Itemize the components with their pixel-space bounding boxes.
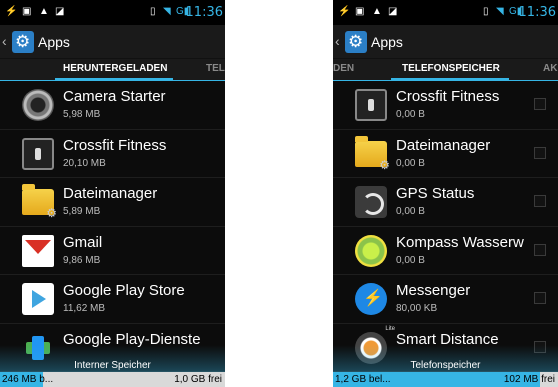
app-size: 5,89 MB	[63, 206, 101, 217]
wifi-icon: ◥	[496, 6, 504, 17]
wifi-icon: ◥	[163, 6, 171, 17]
app-name: Google Play Store	[63, 282, 185, 299]
folder-icon	[355, 135, 390, 172]
gps-status-icon	[355, 186, 387, 218]
select-checkbox[interactable]	[534, 98, 546, 110]
compass-icon	[355, 234, 387, 267]
storage-bar: 246 MB b... 1,0 GB frei	[0, 372, 225, 387]
crossfit-icon	[22, 137, 54, 170]
image-icon: ▣	[355, 6, 365, 17]
list-item[interactable]: Gmail 9,86 MB	[0, 227, 225, 275]
app-list[interactable]: Camera Starter 5,98 MB Crossfit Fitness …	[0, 81, 225, 372]
tab-strip: HERUNTERGELADEN TEL	[0, 59, 225, 81]
list-item[interactable]: Crossfit Fitness 20,10 MB	[0, 130, 225, 178]
storage-label: Telefonspeicher	[410, 360, 481, 371]
app-size: 5,98 MB	[63, 109, 101, 120]
folder-icon	[22, 184, 57, 220]
crossfit-icon	[355, 89, 387, 121]
app-name: GPS Status	[396, 185, 475, 202]
tab-downloaded[interactable]: HERUNTERGELADEN	[63, 63, 167, 74]
phone-screen-phone-storage: ⚡ ▣ ▲ ◪ ▯ ◥ G▮ 11:36 ‹ Apps DEN TELEFONS…	[333, 0, 558, 387]
app-name: Messenger	[396, 282, 471, 299]
sd-card-icon: ◪	[55, 6, 65, 17]
app-name: Dateimanager	[396, 136, 491, 154]
list-item[interactable]: GPS Status 0,00 B	[333, 178, 558, 227]
list-item[interactable]: Dateimanager 0,00 B	[333, 130, 558, 178]
back-chevron-icon[interactable]: ‹	[335, 33, 340, 49]
storage-used-text: 246 MB b...	[2, 374, 54, 385]
list-item[interactable]: Google Play Store 11,62 MB	[0, 275, 225, 324]
storage-free-text: 1,0 GB frei	[174, 374, 222, 385]
app-size: 20,10 MB	[63, 157, 106, 169]
app-size: 80,00 KB	[396, 303, 438, 314]
tab-phone-storage[interactable]: TEL	[206, 63, 225, 74]
app-name: Gmail	[63, 233, 103, 251]
app-size: 0,00 B	[396, 254, 425, 266]
vibrate-icon: ▯	[483, 6, 489, 17]
list-item[interactable]: Dateimanager 5,89 MB	[0, 178, 225, 227]
clock: 11:36	[518, 5, 556, 20]
usb-icon: ⚡	[338, 6, 351, 17]
sd-card-icon: ◪	[388, 6, 398, 17]
app-size: 0,00 B	[396, 206, 425, 217]
camera-icon	[22, 89, 54, 121]
warning-icon: ▲	[39, 6, 49, 17]
phone-screen-downloaded: ⚡ ▣ ▲ ◪ ▯ ◥ G▮ 11:36 ‹ Apps HERUNTERGELA…	[0, 0, 225, 387]
select-checkbox[interactable]	[534, 146, 546, 159]
back-chevron-icon[interactable]: ‹	[2, 33, 7, 49]
app-size: 9,86 MB	[63, 254, 101, 266]
list-item[interactable]: Kompass Wasserw 0,00 B	[333, 227, 558, 275]
warning-icon: ▲	[372, 6, 382, 17]
page-title: Apps	[371, 34, 403, 50]
app-size: 11,62 MB	[63, 303, 106, 314]
list-item[interactable]: Camera Starter 5,98 MB	[0, 81, 225, 130]
tab-running[interactable]: AK	[543, 63, 557, 74]
storage-bar: 1,2 GB bel... 102 MB frei	[333, 372, 558, 387]
app-name: Camera Starter	[63, 88, 166, 105]
settings-icon[interactable]	[12, 31, 34, 53]
select-checkbox[interactable]	[534, 195, 546, 207]
usb-icon: ⚡	[5, 6, 18, 17]
storage-used-text: 1,2 GB bel...	[335, 374, 391, 385]
app-name: Crossfit Fitness	[396, 88, 500, 105]
action-bar: ‹ Apps	[0, 25, 225, 59]
storage-free-text: 102 MB frei	[503, 374, 555, 385]
image-icon: ▣	[22, 6, 32, 17]
status-bar: ⚡ ▣ ▲ ◪ ▯ ◥ G▮ 11:36	[0, 0, 225, 25]
status-bar: ⚡ ▣ ▲ ◪ ▯ ◥ G▮ 11:36	[333, 0, 558, 25]
page-title: Apps	[38, 34, 70, 50]
tab-downloaded[interactable]: DEN	[333, 63, 354, 74]
vibrate-icon: ▯	[150, 6, 156, 17]
app-name: Kompass Wasserw	[396, 233, 524, 251]
messenger-icon	[355, 283, 387, 315]
app-size: 0,00 B	[396, 109, 425, 120]
settings-icon[interactable]	[345, 31, 367, 53]
play-store-icon	[22, 283, 54, 315]
list-item[interactable]: Crossfit Fitness 0,00 B	[333, 81, 558, 130]
tab-strip: DEN TELEFONSPEICHER AK	[333, 59, 558, 81]
select-checkbox[interactable]	[534, 292, 546, 304]
app-list[interactable]: Crossfit Fitness 0,00 B Dateimanager 0,0…	[333, 81, 558, 372]
app-name: Dateimanager	[63, 185, 158, 202]
list-item[interactable]: Messenger 80,00 KB	[333, 275, 558, 324]
clock: 11:36	[185, 5, 223, 20]
app-size: 0,00 B	[396, 157, 425, 169]
action-bar: ‹ Apps	[333, 25, 558, 59]
storage-label: Interner Speicher	[74, 360, 151, 371]
gmail-icon	[22, 234, 54, 267]
app-name: Crossfit Fitness	[63, 136, 167, 154]
select-checkbox[interactable]	[534, 243, 546, 256]
tab-phone-storage[interactable]: TELEFONSPEICHER	[402, 63, 500, 74]
